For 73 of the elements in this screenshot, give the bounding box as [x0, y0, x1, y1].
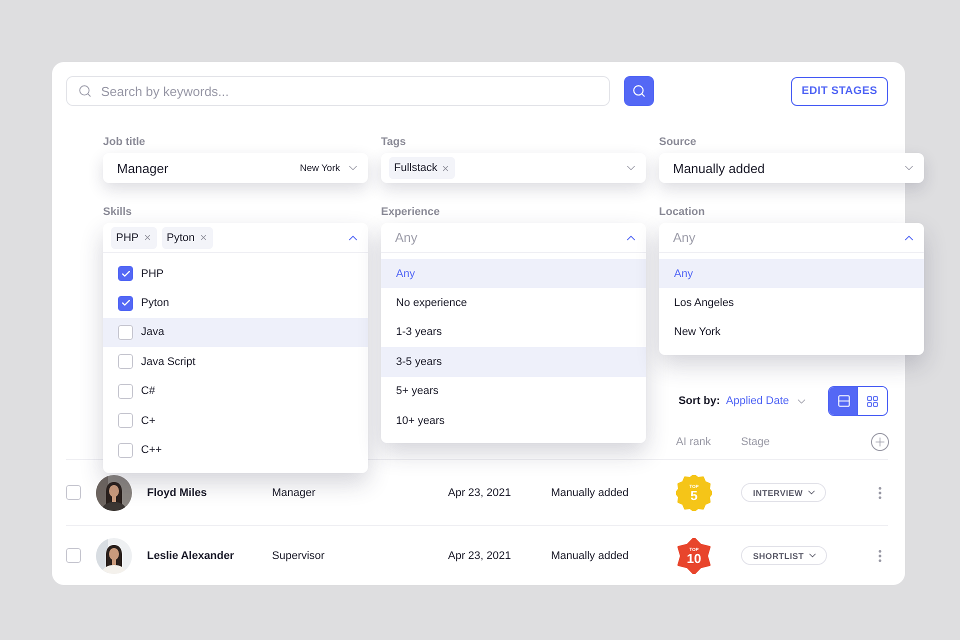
stage-dropdown[interactable]: SHORTLIST [741, 546, 827, 565]
dropdown-option[interactable]: 5+ years [381, 376, 646, 406]
grid-view-icon [866, 394, 879, 408]
candidate-name: Leslie Alexander [147, 550, 236, 562]
list-view-icon [836, 394, 850, 408]
search-icon [78, 84, 92, 98]
filter-label: Experience [381, 206, 441, 218]
checkbox[interactable] [118, 384, 133, 399]
checkbox[interactable] [118, 296, 133, 311]
select-placeholder: Any [394, 230, 418, 245]
dropdown-option[interactable]: C# [103, 376, 368, 406]
tag-chip: PHP [111, 226, 157, 248]
dropdown-option[interactable]: No experience [381, 288, 646, 318]
filter-label: Tags [381, 136, 407, 148]
checkbox[interactable] [118, 413, 133, 428]
dropdown-option[interactable]: PHP [103, 259, 368, 288]
sort-dropdown[interactable]: Applied Date [726, 394, 808, 408]
dropdown-option[interactable]: Any [659, 259, 924, 288]
filter-label: Location [659, 206, 706, 218]
candidate-name: Floyd Miles [147, 486, 208, 498]
column-header: Stage [741, 436, 771, 448]
dropdown-option[interactable]: 10+ years [381, 406, 646, 436]
checkbox[interactable] [118, 354, 133, 370]
stage-dropdown[interactable]: INTERVIEW [741, 483, 826, 502]
table-cell-text: Manually added [551, 550, 630, 562]
checkbox[interactable] [118, 266, 133, 282]
checkbox[interactable] [118, 324, 133, 340]
dropdown-option[interactable]: Java Script [103, 347, 368, 377]
dropdown-option[interactable]: C+ [103, 406, 368, 436]
badge-number: 10 [686, 552, 702, 564]
search-field[interactable]: Search by keywords... [66, 76, 610, 106]
dropdown-option[interactable]: 1-3 years [381, 318, 646, 348]
select-value: Manually added [673, 160, 765, 176]
dropdown-option[interactable]: C++ [103, 435, 368, 465]
search-icon [632, 84, 646, 98]
filter-label: Skills [103, 206, 133, 218]
select-field[interactable]: Manager New York [103, 153, 368, 183]
table-cell-text: Apr 23, 2021 [448, 550, 512, 562]
select-field[interactable]: Manually added [659, 153, 924, 183]
table-cell-text: Apr 23, 2021 [448, 486, 512, 498]
edit-stages-button[interactable]: EDIT STAGES [791, 76, 888, 106]
remove-icon[interactable] [198, 233, 208, 242]
list-view-button[interactable] [829, 387, 858, 415]
checkbox[interactable] [66, 548, 81, 563]
column-header: AI rank [676, 436, 712, 448]
checkbox[interactable] [118, 442, 133, 458]
dropdown-option[interactable]: Los Angeles [659, 288, 924, 318]
check-icon [120, 298, 130, 308]
search-button[interactable] [624, 76, 654, 106]
select-field[interactable]: PHP Pyton [103, 223, 368, 253]
checkbox[interactable] [66, 485, 81, 500]
dropdown-option[interactable]: Java [103, 318, 368, 348]
tag-chip: Pyton [162, 226, 213, 248]
table-cell-text: Manager [272, 486, 316, 498]
check-icon [120, 268, 130, 279]
dropdown-option[interactable]: New York [659, 318, 924, 348]
select-hint: New York [300, 162, 340, 174]
filter-label: Job title [103, 136, 146, 148]
dropdown-option[interactable]: 3-5 years [381, 347, 646, 377]
badge-number: 5 [690, 488, 698, 502]
table-cell-text: Manually added [551, 486, 630, 498]
select-field[interactable]: Fullstack [381, 153, 646, 183]
plus-circle-icon[interactable] [871, 433, 889, 451]
dropdown-option[interactable]: Any [381, 259, 646, 288]
dropdown-option[interactable]: Pyton [103, 288, 368, 318]
filter-label: Source [659, 136, 698, 148]
table-cell-text: Supervisor [272, 550, 326, 562]
select-value: Manager [117, 160, 168, 176]
remove-icon[interactable] [441, 164, 450, 172]
select-placeholder: Any [672, 230, 696, 245]
remove-icon[interactable] [142, 233, 152, 242]
tag-chip: Fullstack [389, 157, 456, 179]
sort-label: Sort by: [678, 395, 720, 407]
